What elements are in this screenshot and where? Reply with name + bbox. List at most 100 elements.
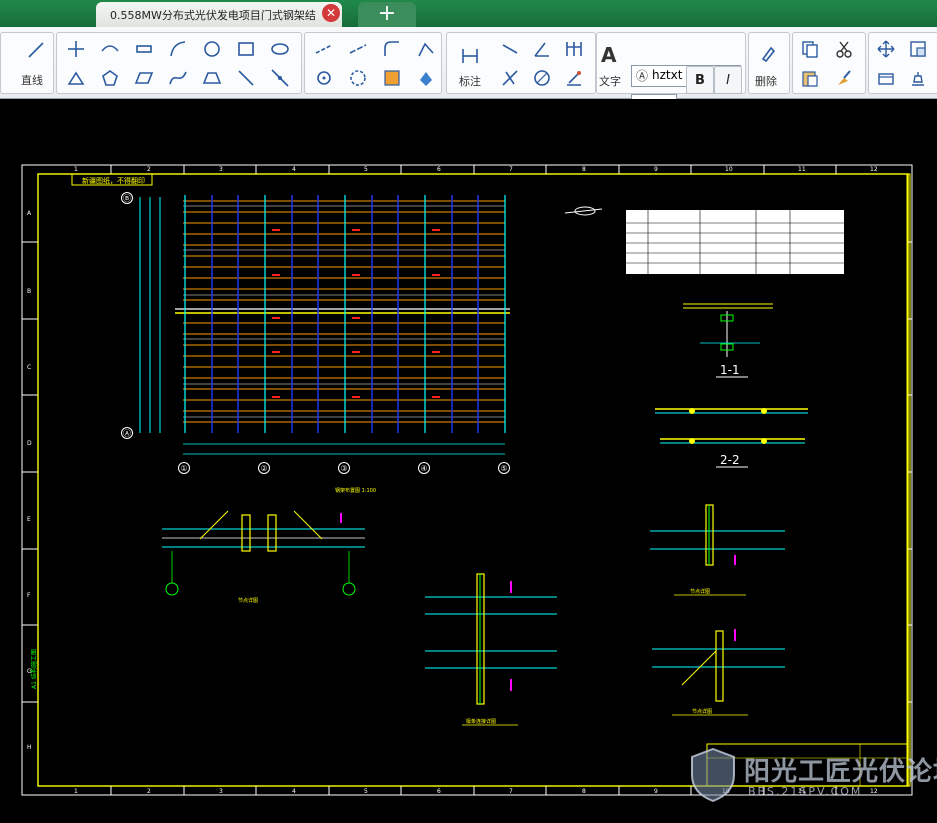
border-col-label: 8 [582, 788, 586, 795]
rotate-icon[interactable] [311, 65, 337, 91]
ellipse-icon[interactable] [267, 36, 293, 62]
section-2-2: 2-2 [655, 408, 808, 468]
italic-button[interactable]: I [714, 66, 742, 94]
diameter-dim-icon[interactable] [529, 65, 555, 91]
spline-icon[interactable] [165, 65, 191, 91]
point-icon[interactable] [63, 36, 89, 62]
angle-dim-icon[interactable] [529, 36, 555, 62]
polyline-icon[interactable] [97, 36, 123, 62]
detail-title: 檩条连接详图 [466, 718, 496, 725]
border-col-label: 1 [74, 166, 78, 173]
arc-icon[interactable] [165, 36, 191, 62]
font-icon: Ⓐ [636, 69, 649, 83]
ray-icon[interactable] [233, 65, 259, 91]
text-big-icon[interactable]: A [601, 43, 616, 67]
format-brush-icon[interactable] [831, 65, 857, 91]
north-arrow [564, 206, 603, 216]
border-col-label: 7 [509, 166, 513, 173]
extend-icon[interactable] [345, 36, 371, 62]
grid-bubble-label: ⑤ [500, 464, 507, 473]
cad-drawing: 1 2 3 4 5 6 7 8 9 10 11 12 1 2 3 4 5 6 7… [21, 164, 913, 796]
triangle-icon[interactable] [63, 65, 89, 91]
dimension-icon[interactable] [457, 43, 483, 69]
border-col-label: 4 [292, 166, 296, 173]
circle-icon[interactable] [199, 36, 225, 62]
grid-bubble-label: ② [260, 464, 267, 473]
border-col-label: 8 [582, 166, 586, 173]
border-col-label: 3 [219, 788, 223, 795]
text-label: 文字 [599, 75, 621, 88]
fill-icon[interactable] [413, 65, 439, 91]
document-tab[interactable]: 0.558MW分布式光伏发电项目门式钢架结构图.dwg ✕ [96, 2, 342, 27]
border-col-label: 2 [147, 166, 151, 173]
title-note: 新疆图纸，不得翻印 [82, 176, 145, 185]
polygon-icon[interactable] [97, 65, 123, 91]
aligned-dim-icon[interactable] [497, 36, 523, 62]
trapezoid-icon[interactable] [199, 65, 225, 91]
grid-bubble-label: ③ [340, 464, 347, 473]
watermark: 阳光工匠光伏论坛 BBS.21SPV.COM [688, 745, 937, 815]
line-label: 直线 [21, 74, 43, 87]
parallelogram-icon[interactable] [131, 65, 157, 91]
border-col-label: 9 [654, 166, 658, 173]
border-col-label: 6 [437, 788, 441, 795]
watermark-title: 阳光工匠光伏论坛 [744, 757, 937, 787]
side-mark: A1 结构施工图 [30, 649, 38, 689]
eraser-icon[interactable] [755, 41, 781, 67]
border-col-label: 7 [509, 788, 513, 795]
grid-bubble-label: ④ [420, 464, 427, 473]
cut-icon[interactable] [831, 36, 857, 62]
continuous-dim-icon[interactable] [561, 36, 587, 62]
mline-icon[interactable] [131, 36, 157, 62]
grid-bubble-label: Ⓑ [123, 194, 131, 203]
section-label: 2-2 [720, 453, 740, 467]
border-row-label: D [27, 440, 32, 447]
fillet-icon[interactable] [379, 36, 405, 62]
trim-icon[interactable] [311, 36, 337, 62]
paste-icon[interactable] [797, 65, 823, 91]
tab-title: 0.558MW分布式光伏发电项目门式钢架结构图.dwg [110, 9, 316, 22]
shield-icon [691, 747, 735, 803]
xline-icon[interactable] [267, 65, 293, 91]
border-row-label: A [27, 210, 32, 217]
copy-rotate-icon[interactable] [345, 65, 371, 91]
copy-icon[interactable] [797, 36, 823, 62]
close-icon[interactable]: ✕ [322, 4, 340, 22]
border-col-label: 5 [364, 788, 368, 795]
layer-icon[interactable] [873, 65, 899, 91]
drawing-canvas[interactable]: 1 2 3 4 5 6 7 8 9 10 11 12 1 2 3 4 5 6 7… [0, 99, 937, 823]
plan-title: 钢架布置图 1:100 [335, 487, 376, 494]
section-1-1: 1-1 [683, 303, 773, 378]
border-col-label: 4 [292, 788, 296, 795]
detail-c: 节点详图 [650, 504, 785, 596]
detail-b: 檩条连接详图 [425, 573, 557, 726]
steel-plan: ① ② ③ ④ ⑤ Ⓑ Ⓐ 钢架布置图 1:100 [121, 192, 510, 494]
leader-icon[interactable] [561, 65, 587, 91]
window-icon[interactable] [905, 36, 931, 62]
font-value: hztxt [652, 68, 683, 82]
border-row-label: F [27, 592, 31, 599]
stamp-icon[interactable] [905, 65, 931, 91]
detail-title: 节点详图 [692, 708, 712, 715]
modify-group [304, 32, 442, 94]
delete-label: 删除 [755, 75, 777, 88]
rectangle-icon[interactable] [233, 36, 259, 62]
detail-d: 节点详图 [652, 629, 785, 716]
border-col-label: 10 [725, 166, 733, 173]
dimension-group: 标注 [446, 32, 596, 94]
move-icon[interactable] [873, 36, 899, 62]
dim-label: 标注 [459, 75, 481, 88]
bold-button[interactable]: B [686, 66, 714, 94]
view-group [868, 32, 937, 94]
radius-dim-icon[interactable] [497, 65, 523, 91]
chamfer-icon[interactable] [413, 36, 439, 62]
border-col-label: 12 [870, 166, 878, 173]
watermark-url: BBS.21SPV.COM [748, 785, 863, 798]
draw-group [56, 32, 302, 94]
new-tab-button[interactable]: + [358, 2, 416, 27]
member-table [626, 210, 844, 274]
grid-bubble-label: Ⓐ [123, 429, 131, 438]
hatch-icon[interactable] [379, 65, 405, 91]
detail-title: 节点详图 [238, 597, 258, 604]
line-icon[interactable] [23, 37, 49, 63]
